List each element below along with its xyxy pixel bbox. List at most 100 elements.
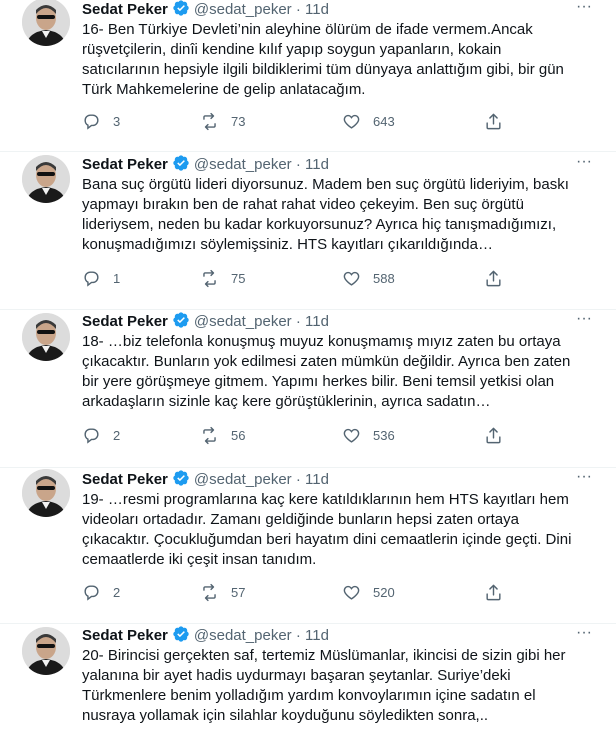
tweet-text: 20- Birincisi gerçekten saf, tertemiz Mü… [82, 647, 566, 724]
tweet-timestamp[interactable]: 11d [305, 156, 329, 173]
tweet-actions: 2 57 520 [82, 582, 522, 602]
author-handle[interactable]: @sedat_peker [194, 313, 292, 330]
heart-icon [343, 585, 360, 600]
reply-button[interactable]: 2 [82, 582, 120, 602]
separator-dot: · [295, 313, 301, 330]
like-count: 520 [373, 584, 395, 600]
avatar[interactable] [22, 0, 70, 46]
author-name[interactable]: Sedat Peker [82, 471, 168, 488]
heart-icon [343, 114, 360, 129]
avatar-photo-icon [22, 469, 70, 517]
retweet-button[interactable]: 75 [200, 268, 245, 288]
like-button[interactable]: 643 [342, 111, 395, 131]
tweet-header: Sedat Peker @sedat_peker · 11d [82, 469, 329, 489]
tweet-actions: 2 56 536 [82, 425, 522, 445]
reply-button[interactable]: 3 [82, 111, 120, 131]
author-handle[interactable]: @sedat_peker [194, 627, 292, 644]
reply-bubble-icon [84, 584, 99, 601]
share-arrow-icon [486, 113, 501, 129]
share-button[interactable] [484, 268, 515, 288]
verified-badge-icon [173, 155, 189, 171]
tweet-header: Sedat Peker @sedat_peker · 11d [82, 625, 329, 645]
separator-dot: · [295, 471, 301, 488]
like-count: 536 [373, 427, 395, 443]
author-name[interactable]: Sedat Peker [82, 627, 168, 644]
share-arrow-icon [486, 584, 501, 600]
retweet-count: 73 [231, 113, 246, 129]
avatar[interactable] [22, 627, 70, 675]
author-name[interactable]: Sedat Peker [82, 1, 168, 18]
tweet[interactable]: Sedat Peker @sedat_peker · 11d ··· 18- …b… [0, 311, 616, 468]
avatar-photo-icon [22, 313, 70, 361]
reply-button[interactable]: 1 [82, 268, 120, 288]
share-button[interactable] [484, 582, 515, 602]
tweet-header: Sedat Peker @sedat_peker · 11d [82, 311, 329, 331]
like-button[interactable]: 520 [342, 582, 395, 602]
tweet[interactable]: Sedat Peker @sedat_peker · 11d ··· 16- Be… [0, 0, 616, 152]
like-button[interactable]: 588 [342, 268, 395, 288]
tweet[interactable]: Sedat Peker @sedat_peker · 11d ··· 20- Bi… [0, 625, 616, 732]
retweet-count: 57 [231, 584, 246, 600]
tweet-timestamp[interactable]: 11d [305, 313, 329, 330]
retweet-button[interactable]: 56 [200, 425, 245, 445]
author-handle[interactable]: @sedat_peker [194, 471, 292, 488]
tweet-text: 19- …resmi programlarına kaç kere katıld… [82, 491, 572, 568]
tweet-text: 16- Ben Türkiye Devleti’nin aleyhine ölü… [82, 21, 564, 98]
avatar-photo-icon [22, 627, 70, 675]
retweet-arrows-icon [203, 583, 216, 601]
separator-dot: · [295, 627, 301, 644]
more-dots-icon[interactable]: ··· [574, 154, 594, 175]
retweet-arrows-icon [203, 426, 216, 444]
author-handle[interactable]: @sedat_peker [194, 156, 292, 173]
tweet-header: Sedat Peker @sedat_peker · 11d [82, 0, 329, 19]
tweet-text: 18- …biz telefonla konuşmuş muyuz konuşm… [82, 333, 571, 410]
reply-bubble-icon [84, 113, 99, 130]
like-count: 588 [373, 270, 395, 286]
verified-badge-icon [173, 470, 189, 486]
author-name[interactable]: Sedat Peker [82, 313, 168, 330]
verified-badge-icon [173, 312, 189, 328]
avatar[interactable] [22, 155, 70, 203]
separator-dot: · [295, 1, 301, 18]
reply-count: 1 [113, 270, 121, 286]
share-arrow-icon [486, 270, 501, 286]
tweet-text: Bana suç örgütü lideri diyorsunuz. Madem… [82, 176, 569, 253]
retweet-arrows-icon [203, 269, 216, 287]
tweet-timestamp[interactable]: 11d [305, 1, 329, 18]
reply-bubble-icon [84, 270, 99, 287]
author-handle[interactable]: @sedat_peker [194, 1, 292, 18]
heart-icon [343, 428, 360, 443]
tweet-actions: 1 75 588 [82, 268, 522, 288]
reply-count: 3 [113, 113, 121, 129]
share-arrow-icon [486, 427, 501, 443]
like-button[interactable]: 536 [342, 425, 395, 445]
avatar-photo-icon [22, 0, 70, 46]
tweet-header: Sedat Peker @sedat_peker · 11d [82, 154, 329, 174]
avatar[interactable] [22, 469, 70, 517]
verified-badge-icon [173, 626, 189, 642]
more-dots-icon[interactable]: ··· [574, 311, 594, 332]
tweet-timestamp[interactable]: 11d [305, 471, 329, 488]
tweet-actions: 3 73 643 [82, 111, 522, 131]
separator-dot: · [295, 156, 301, 173]
avatar-photo-icon [22, 155, 70, 203]
author-name[interactable]: Sedat Peker [82, 156, 168, 173]
retweet-arrows-icon [203, 112, 216, 130]
more-dots-icon[interactable]: ··· [574, 625, 594, 646]
more-dots-icon[interactable]: ··· [574, 0, 594, 20]
share-button[interactable] [484, 111, 515, 131]
retweet-count: 56 [231, 427, 246, 443]
reply-button[interactable]: 2 [82, 425, 120, 445]
tweet[interactable]: Sedat Peker @sedat_peker · 11d ··· 19- …r… [0, 469, 616, 624]
like-count: 643 [373, 113, 395, 129]
share-button[interactable] [484, 425, 515, 445]
reply-bubble-icon [84, 427, 99, 444]
tweet[interactable]: Sedat Peker @sedat_peker · 11d ··· Bana s… [0, 153, 616, 310]
retweet-button[interactable]: 57 [200, 582, 245, 602]
retweet-count: 75 [231, 270, 246, 286]
tweet-timestamp[interactable]: 11d [305, 627, 329, 644]
more-dots-icon[interactable]: ··· [574, 469, 594, 490]
heart-icon [343, 271, 360, 286]
avatar[interactable] [22, 313, 70, 361]
retweet-button[interactable]: 73 [200, 111, 245, 131]
